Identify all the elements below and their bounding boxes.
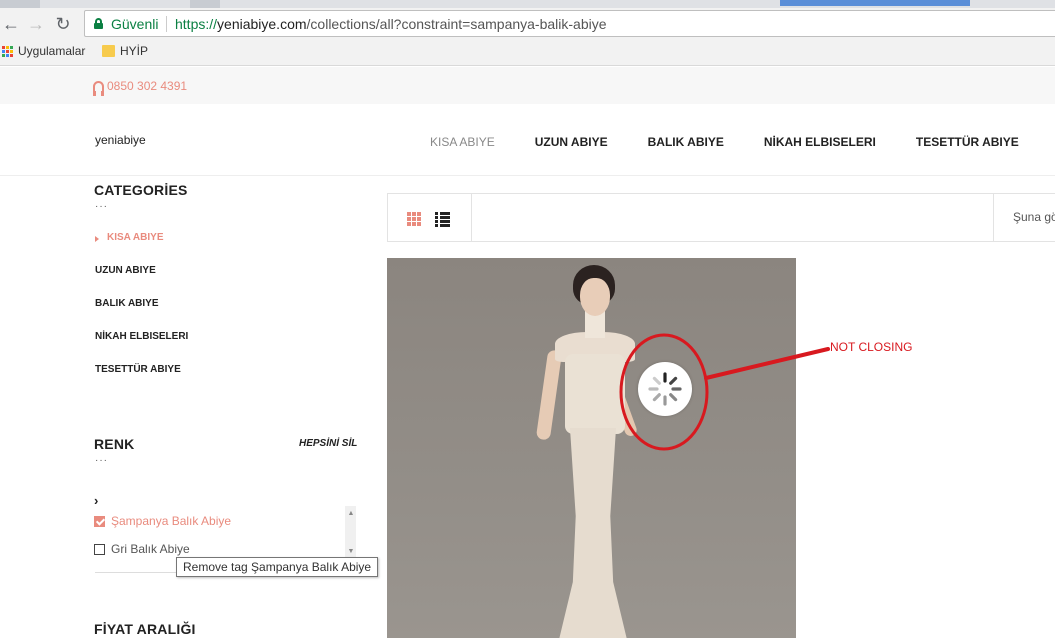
nav-uzun-abiye[interactable]: UZUN ABIYE [535,135,608,149]
price-range-title: FİYAT ARALIĞI [94,621,196,637]
nav-kisa-abiye[interactable]: KISA ABIYE [430,135,495,149]
color-option[interactable]: Gri Balık Abiye [94,542,190,556]
model-face [580,278,610,316]
remove-tag-tooltip: Remove tag Şampanya Balık Abiye [176,557,379,577]
category-tesettur-abiye[interactable]: TESETTÜR ABIYE [95,364,345,397]
checkbox-checked[interactable] [94,515,105,527]
browser-tab-strip [0,0,1055,8]
loading-spinner-icon [638,362,692,416]
phone-number: 0850 302 4391 [107,79,188,93]
browser-toolbar: ← → ↻ Güvenli https://yeniabiye.com/coll… [0,8,1055,40]
site-topbar: 0850 302 4391 [0,67,1055,104]
apps-grid-icon [2,45,13,57]
list-view-icon[interactable] [435,212,450,228]
dress-bodice [565,354,625,434]
title-dots: ··· [95,455,108,466]
forward-icon[interactable]: → [25,13,47,35]
active-window-edge [780,0,970,6]
checkbox[interactable] [94,543,105,555]
lock-icon [94,18,103,29]
phone-contact[interactable]: 0850 302 4391 [93,79,188,96]
category-list: KISA ABIYE UZUN ABIYE BALIK ABIYE NİKAH … [95,232,345,397]
folder-icon [102,45,115,57]
address-separator [166,16,167,32]
main-nav: KISA ABIYE UZUN ABIYE BALIK ABIYE NİKAH … [430,135,1055,149]
renk-title: RENK [94,436,135,452]
tab-edge[interactable] [0,0,40,8]
sort-select[interactable]: Şuna gö [1013,210,1055,224]
color-option[interactable]: Şampanya Balık Abiye [94,514,231,528]
nav-tesettur-abiye[interactable]: TESETTÜR ABIYE [916,135,1019,149]
address-bar[interactable]: Güvenli https://yeniabiye.com/collection… [84,10,1055,37]
scroll-down-icon[interactable]: ▼ [346,548,356,555]
bookmarks-bar: Uygulamalar HYİP [0,40,1055,66]
security-label: Güvenli [111,16,159,32]
scroll-up-icon[interactable]: ▲ [346,510,356,517]
grid-view-icon[interactable] [407,212,421,226]
bookmark-label: HYİP [120,44,149,58]
site-header: yeniabiye KISA ABIYE UZUN ABIYE BALIK AB… [0,104,1055,176]
toolbar-divider [471,194,472,241]
category-balik-abiye[interactable]: BALIK ABIYE [95,298,345,331]
site-logo[interactable]: yeniabiye [95,133,146,147]
collection-toolbar: Şuna gö [387,193,1055,242]
bookmark-label: Uygulamalar [18,44,86,58]
nav-balik-abiye[interactable]: BALIK ABIYE [648,135,724,149]
color-option-label: Gri Balık Abiye [111,542,190,556]
nav-nikah-elbiseleri[interactable]: NİKAH ELBISELERI [764,135,876,149]
category-kisa-abiye[interactable]: KISA ABIYE [95,232,345,265]
categories-title: CATEGORİES [94,182,188,198]
tab-edge[interactable] [190,0,220,8]
category-uzun-abiye[interactable]: UZUN ABIYE [95,265,345,298]
headset-icon [93,80,104,96]
clear-all-link[interactable]: HEPSİNİ SİL [299,438,357,449]
url-text[interactable]: https://yeniabiye.com/collections/all?co… [175,16,607,32]
color-option-label: Şampanya Balık Abiye [111,514,232,528]
color-filter-list: Şampanya Balık Abiye Gri Balık Abiye ▲ ▼ [94,506,356,558]
product-image[interactable] [387,258,796,638]
annotation-label: NOT CLOSING [830,340,913,354]
bookmark-hyip[interactable]: HYİP [102,44,148,58]
reload-icon[interactable]: ↻ [52,13,74,35]
category-nikah-elbiseleri[interactable]: NİKAH ELBISELERI [95,331,345,364]
toolbar-divider [993,194,994,241]
back-icon[interactable]: ← [0,13,22,35]
title-dots: ··· [95,201,108,212]
bookmark-apps[interactable]: Uygulamalar [2,44,85,58]
